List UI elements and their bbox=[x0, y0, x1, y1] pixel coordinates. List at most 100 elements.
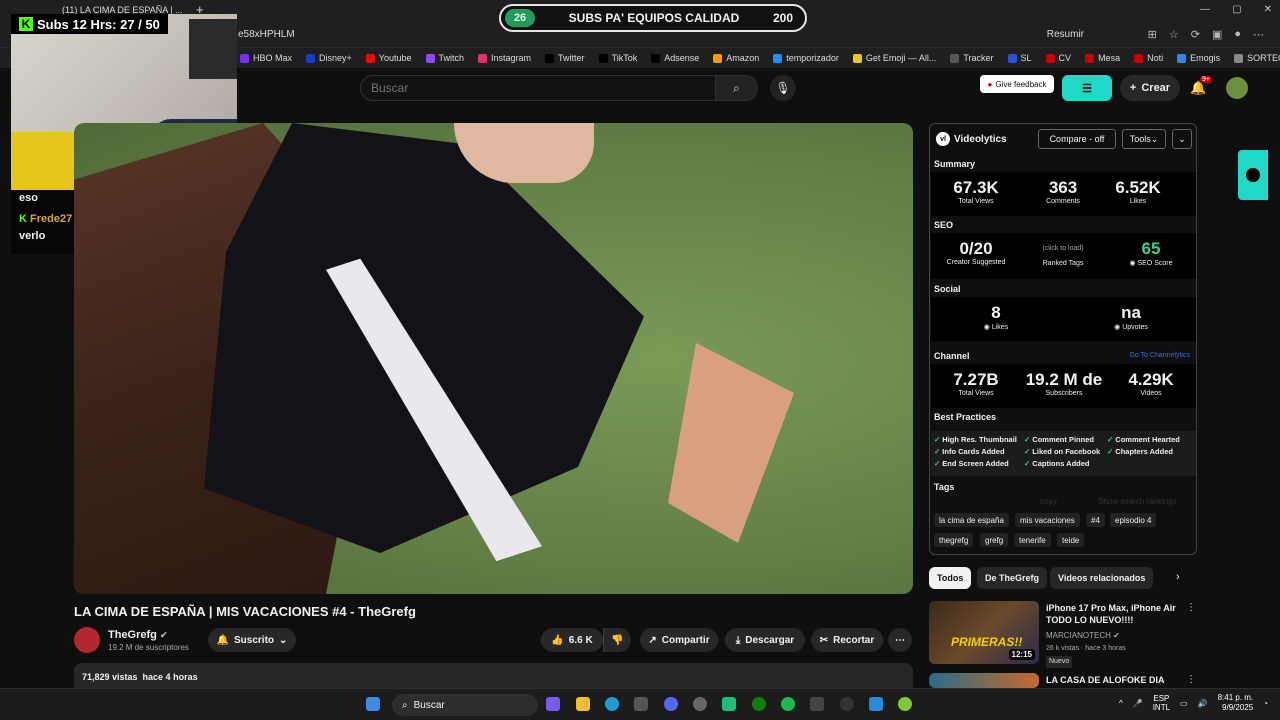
profile-icon[interactable]: ● bbox=[1234, 28, 1241, 41]
bookmark-item[interactable]: Noti bbox=[1134, 53, 1163, 63]
notifications-icon[interactable]: ◔ bbox=[1263, 699, 1268, 708]
bookmark-item[interactable]: Twitch bbox=[425, 53, 464, 63]
tray-chevron-icon[interactable]: ^ bbox=[1119, 699, 1123, 708]
copy-tags-button[interactable]: copy bbox=[1040, 497, 1057, 506]
compare-button[interactable]: Compare - off bbox=[1038, 129, 1116, 149]
bookmark-item[interactable]: Emogis bbox=[1177, 53, 1220, 63]
clock[interactable]: 8:41 p. m. 9/9/2025 bbox=[1218, 693, 1254, 713]
videolytics-toggle-button[interactable]: ☰ bbox=[1062, 75, 1112, 101]
edge-browser-icon[interactable] bbox=[605, 697, 619, 711]
bookmark-item[interactable]: Mesa bbox=[1085, 53, 1120, 63]
url-text[interactable]: e58xHPHLM bbox=[238, 29, 295, 40]
subscribe-button[interactable]: 🔔 Suscrito ⌄ bbox=[208, 628, 296, 652]
clip-button[interactable]: ✂ Recortar bbox=[811, 628, 883, 652]
like-button[interactable]: 👍 6.6 K bbox=[541, 628, 603, 652]
tag-chip[interactable]: episodio 4 bbox=[1110, 513, 1157, 527]
line-app-icon[interactable] bbox=[898, 697, 912, 711]
chip-videos-relacionados[interactable]: Videos relacionados bbox=[1050, 567, 1154, 589]
related-thumbnail[interactable] bbox=[929, 673, 1039, 688]
display-icon[interactable]: ▭ bbox=[1180, 699, 1188, 708]
bookmark-item[interactable]: Tracker bbox=[950, 53, 994, 63]
minimize-icon[interactable]: — bbox=[1200, 4, 1210, 15]
search-input[interactable] bbox=[371, 81, 711, 95]
bookmark-item[interactable]: CV bbox=[1045, 53, 1071, 63]
spotify-icon[interactable] bbox=[781, 697, 795, 711]
related-more-icon[interactable]: ⋮ bbox=[1186, 602, 1196, 613]
tag-chip[interactable]: grefg bbox=[980, 533, 1009, 547]
extensions-icon[interactable]: ⟳ bbox=[1191, 28, 1200, 41]
whatsapp-icon[interactable] bbox=[722, 697, 736, 711]
go-to-channelytics-link[interactable]: Go To Channelytics bbox=[1129, 352, 1190, 359]
more-menu-icon[interactable]: ⋯ bbox=[1253, 28, 1264, 41]
resumir-button[interactable]: Resumir bbox=[1047, 29, 1084, 40]
channel-avatar[interactable] bbox=[74, 627, 100, 653]
notifications-bell-icon[interactable]: 🔔 9+ bbox=[1190, 76, 1212, 96]
bookmark-item[interactable]: temporizador bbox=[773, 53, 839, 63]
bookmark-item[interactable]: Instagram bbox=[478, 53, 531, 63]
bookmark-item[interactable]: Twitter bbox=[545, 53, 585, 63]
language-indicator[interactable]: ESP INTL bbox=[1153, 694, 1170, 712]
videolytics-side-tab[interactable] bbox=[1238, 150, 1268, 200]
start-menu-icon[interactable] bbox=[366, 697, 380, 711]
tag-chip[interactable]: thegrefg bbox=[934, 533, 974, 547]
give-feedback-button[interactable]: ● Give feedback bbox=[980, 75, 1054, 93]
tools-button[interactable]: Tools ⌄ bbox=[1122, 129, 1166, 149]
channel-name[interactable]: TheGrefg ✔ bbox=[108, 629, 168, 641]
microphone-icon[interactable]: 🎙 bbox=[770, 75, 796, 101]
tag-chip[interactable]: teide bbox=[1057, 533, 1085, 547]
favorite-star-icon[interactable]: ☆ bbox=[1169, 28, 1179, 41]
seo-stat[interactable]: (click to load) Ranked Tags bbox=[1023, 241, 1103, 267]
notepad-icon[interactable] bbox=[869, 697, 883, 711]
create-button[interactable]: + Crear bbox=[1120, 75, 1180, 101]
capcut-icon[interactable] bbox=[810, 697, 824, 711]
related-more-icon[interactable]: ⋮ bbox=[1186, 674, 1196, 685]
collections-icon[interactable]: ▣ bbox=[1212, 28, 1222, 41]
obs-icon[interactable] bbox=[693, 697, 707, 711]
clock-time: 8:41 p. m. bbox=[1217, 693, 1254, 702]
user-avatar[interactable] bbox=[1226, 77, 1248, 99]
tag-chip[interactable]: #4 bbox=[1086, 513, 1105, 527]
related-title[interactable]: iPhone 17 Pro Max, iPhone Air TODO LO NU… bbox=[1046, 602, 1176, 626]
tag-chip[interactable]: tenerife bbox=[1014, 533, 1051, 547]
share-button[interactable]: ↗ Compartir bbox=[640, 628, 718, 652]
file-explorer-icon[interactable] bbox=[576, 697, 590, 711]
chevron-right-icon[interactable]: › bbox=[1176, 571, 1180, 583]
bookmark-item[interactable]: HBO Max bbox=[240, 53, 292, 63]
bookmark-item[interactable]: Disney+ bbox=[306, 53, 352, 63]
panel-collapse-icon[interactable]: ⌄ bbox=[1172, 129, 1192, 149]
chip-todos[interactable]: Todos bbox=[929, 567, 972, 589]
related-thumbnail[interactable]: PRIMERAS!! 12:15 bbox=[929, 601, 1039, 664]
bookmark-item[interactable]: Youtube bbox=[365, 53, 412, 63]
bookmark-item[interactable]: Adsense bbox=[651, 53, 699, 63]
search-icon[interactable]: ⌕ bbox=[715, 76, 757, 100]
bookmark-item[interactable]: SL bbox=[1007, 53, 1032, 63]
scissors-icon: ✂ bbox=[819, 634, 829, 646]
stat-label-wrap: ◉ SEO Score bbox=[1111, 259, 1191, 267]
download-button[interactable]: ⤓ Descargar bbox=[725, 628, 805, 652]
close-icon[interactable]: ✕ bbox=[1264, 4, 1272, 15]
bookmark-item[interactable]: Amazon bbox=[713, 53, 759, 63]
copilot-icon[interactable] bbox=[546, 697, 560, 711]
reader-icon[interactable]: ⊞ bbox=[1148, 28, 1157, 41]
dislike-button[interactable]: 👎 bbox=[603, 628, 631, 652]
more-actions-icon[interactable]: ⋯ bbox=[888, 628, 912, 652]
show-rankings-button[interactable]: Show search rankings bbox=[1098, 497, 1177, 506]
bookmark-item[interactable]: TikTok bbox=[598, 53, 637, 63]
discord-icon[interactable] bbox=[664, 697, 678, 711]
taskbar-search[interactable]: ⌕ Buscar bbox=[392, 694, 538, 716]
chatgpt-icon[interactable] bbox=[840, 697, 854, 711]
tag-chip[interactable]: la cima de españa bbox=[934, 513, 1009, 527]
xbox-icon[interactable] bbox=[752, 697, 766, 711]
bookmark-item[interactable]: Get Emoji — All... bbox=[852, 53, 937, 63]
volume-icon[interactable]: 🔊 bbox=[1198, 699, 1208, 708]
summary-stat: 363 Comments bbox=[1028, 178, 1098, 205]
maximize-icon[interactable]: ▢ bbox=[1232, 4, 1241, 15]
chip-de-thegrefg[interactable]: De TheGrefg bbox=[977, 567, 1048, 589]
related-channel[interactable]: MARCIANOTECH ✔ bbox=[1046, 630, 1120, 642]
tag-chip[interactable]: mis vacaciones bbox=[1015, 513, 1080, 527]
bookmark-label: Get Emoji — All... bbox=[865, 53, 937, 63]
bookmark-item[interactable]: SORTEO PICKER bbox=[1234, 53, 1280, 63]
tray-mic-icon[interactable]: 🎤 bbox=[1133, 699, 1143, 708]
video-player[interactable] bbox=[74, 123, 913, 594]
store-icon[interactable] bbox=[634, 697, 648, 711]
